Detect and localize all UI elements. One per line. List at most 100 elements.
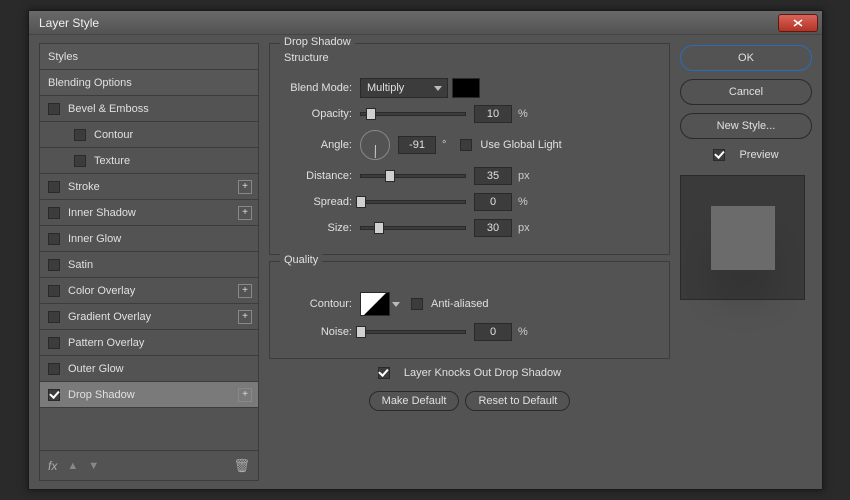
style-checkbox[interactable] xyxy=(48,259,60,271)
sidebar-item-stroke[interactable]: Stroke + xyxy=(40,174,258,200)
panel-title: Drop Shadow xyxy=(280,36,355,48)
spread-slider[interactable] xyxy=(360,200,466,204)
distance-input[interactable] xyxy=(474,167,512,185)
noise-row: Noise: % xyxy=(282,320,657,344)
right-panel: OK Cancel New Style... Preview xyxy=(680,43,812,481)
blend-mode-select[interactable]: Multiply xyxy=(360,78,448,98)
new-style-button[interactable]: New Style... xyxy=(680,113,812,139)
sidebar-item-color-overlay[interactable]: Color Overlay + xyxy=(40,278,258,304)
sidebar-item-inner-shadow[interactable]: Inner Shadow + xyxy=(40,200,258,226)
add-effect-icon[interactable]: + xyxy=(238,284,252,298)
titlebar[interactable]: Layer Style xyxy=(29,11,822,35)
angle-input[interactable] xyxy=(398,136,436,154)
opacity-thumb[interactable] xyxy=(366,108,376,120)
structure-group: Drop Shadow Structure Blend Mode: Multip… xyxy=(269,43,670,255)
sidebar-item-gradient-overlay[interactable]: Gradient Overlay+ xyxy=(40,304,258,330)
close-button[interactable] xyxy=(778,14,818,32)
preview-row: Preview xyxy=(680,149,812,161)
size-row: Size: px xyxy=(282,216,657,240)
knockout-checkbox[interactable] xyxy=(378,367,390,379)
blend-mode-row: Blend Mode: Multiply xyxy=(282,76,657,100)
sidebar-item-label: Pattern Overlay xyxy=(68,337,144,349)
angle-label: Angle: xyxy=(282,139,360,151)
reset-default-button[interactable]: Reset to Default xyxy=(465,391,570,411)
style-checkbox[interactable] xyxy=(74,155,86,167)
opacity-unit: % xyxy=(518,108,528,120)
sidebar-item-label: Texture xyxy=(94,155,130,167)
style-checkbox[interactable] xyxy=(48,363,60,375)
ok-button[interactable]: OK xyxy=(680,45,812,71)
style-checkbox[interactable] xyxy=(48,311,60,323)
style-checkbox[interactable] xyxy=(48,233,60,245)
style-checkbox[interactable] xyxy=(74,129,86,141)
angle-dial[interactable] xyxy=(360,130,390,160)
sidebar-item-label: Drop Shadow xyxy=(68,389,135,401)
distance-label: Distance: xyxy=(282,170,360,182)
distance-unit: px xyxy=(518,170,530,182)
sidebar-item-label: Outer Glow xyxy=(68,363,124,375)
style-checkbox[interactable] xyxy=(48,285,60,297)
blend-mode-label: Blend Mode: xyxy=(282,82,360,94)
shadow-color-swatch[interactable] xyxy=(452,78,480,98)
spread-unit: % xyxy=(518,196,528,208)
style-checkbox[interactable] xyxy=(48,337,60,349)
anti-aliased-checkbox[interactable] xyxy=(411,298,423,310)
sidebar-item-label: Styles xyxy=(48,51,78,63)
layer-style-dialog: Layer Style Styles Blending OptionsBevel … xyxy=(28,10,823,490)
preview-label: Preview xyxy=(739,149,778,161)
fx-icon[interactable]: fx xyxy=(48,459,57,473)
size-unit: px xyxy=(518,222,530,234)
arrow-up-icon[interactable]: ▲ xyxy=(67,460,78,472)
sidebar-item-styles[interactable]: Styles xyxy=(40,44,258,70)
spread-input[interactable] xyxy=(474,193,512,211)
preview-checkbox[interactable] xyxy=(713,149,725,161)
sidebar-item-texture[interactable]: Texture xyxy=(40,148,258,174)
sidebar-footer: fx ▲ ▼ 🗑 xyxy=(40,450,258,480)
spread-thumb[interactable] xyxy=(356,196,366,208)
sidebar-item-label: Stroke xyxy=(68,181,100,193)
distance-slider[interactable] xyxy=(360,174,466,178)
make-default-button[interactable]: Make Default xyxy=(369,391,460,411)
style-checkbox[interactable] xyxy=(48,389,60,401)
sidebar-item-inner-glow[interactable]: Inner Glow xyxy=(40,226,258,252)
knockout-row: Layer Knocks Out Drop Shadow xyxy=(269,367,670,379)
contour-row: Contour: Anti-aliased xyxy=(282,290,657,318)
sidebar-item-contour[interactable]: Contour xyxy=(40,122,258,148)
sidebar-item-satin[interactable]: Satin xyxy=(40,252,258,278)
noise-thumb[interactable] xyxy=(356,326,366,338)
style-checkbox[interactable] xyxy=(48,207,60,219)
add-effect-icon[interactable]: + xyxy=(238,206,252,220)
cancel-button[interactable]: Cancel xyxy=(680,79,812,105)
contour-picker[interactable] xyxy=(360,292,390,316)
size-thumb[interactable] xyxy=(374,222,384,234)
spread-label: Spread: xyxy=(282,196,360,208)
arrow-down-icon[interactable]: ▼ xyxy=(88,460,99,472)
sidebar-item-drop-shadow[interactable]: Drop Shadow + xyxy=(40,382,258,408)
sidebar-item-label: Color Overlay xyxy=(68,285,135,297)
style-checkbox[interactable] xyxy=(48,103,60,115)
opacity-slider[interactable] xyxy=(360,112,466,116)
add-effect-icon[interactable]: + xyxy=(238,388,252,402)
sidebar-item-label: Inner Shadow xyxy=(68,207,136,219)
sidebar-item-pattern-overlay[interactable]: Pattern Overlay xyxy=(40,330,258,356)
sidebar-item-blending-options[interactable]: Blending Options xyxy=(40,70,258,96)
size-label: Size: xyxy=(282,222,360,234)
size-slider[interactable] xyxy=(360,226,466,230)
opacity-input[interactable] xyxy=(474,105,512,123)
add-effect-icon[interactable]: + xyxy=(238,180,252,194)
use-global-light-checkbox[interactable] xyxy=(460,139,472,151)
sidebar-item-label: Satin xyxy=(68,259,93,271)
size-input[interactable] xyxy=(474,219,512,237)
add-effect-icon[interactable]: + xyxy=(238,310,252,324)
sidebar-item-label: Inner Glow xyxy=(68,233,121,245)
style-checkbox[interactable] xyxy=(48,181,60,193)
noise-slider[interactable] xyxy=(360,330,466,334)
styles-sidebar: Styles Blending OptionsBevel & EmbossCont… xyxy=(39,43,259,481)
use-global-light-label: Use Global Light xyxy=(480,139,561,151)
trash-icon[interactable]: 🗑 xyxy=(233,458,250,474)
distance-thumb[interactable] xyxy=(385,170,395,182)
drop-shadow-panel: Drop Shadow Structure Blend Mode: Multip… xyxy=(269,43,670,481)
noise-input[interactable] xyxy=(474,323,512,341)
sidebar-item-bevel-emboss[interactable]: Bevel & Emboss xyxy=(40,96,258,122)
sidebar-item-outer-glow[interactable]: Outer Glow xyxy=(40,356,258,382)
